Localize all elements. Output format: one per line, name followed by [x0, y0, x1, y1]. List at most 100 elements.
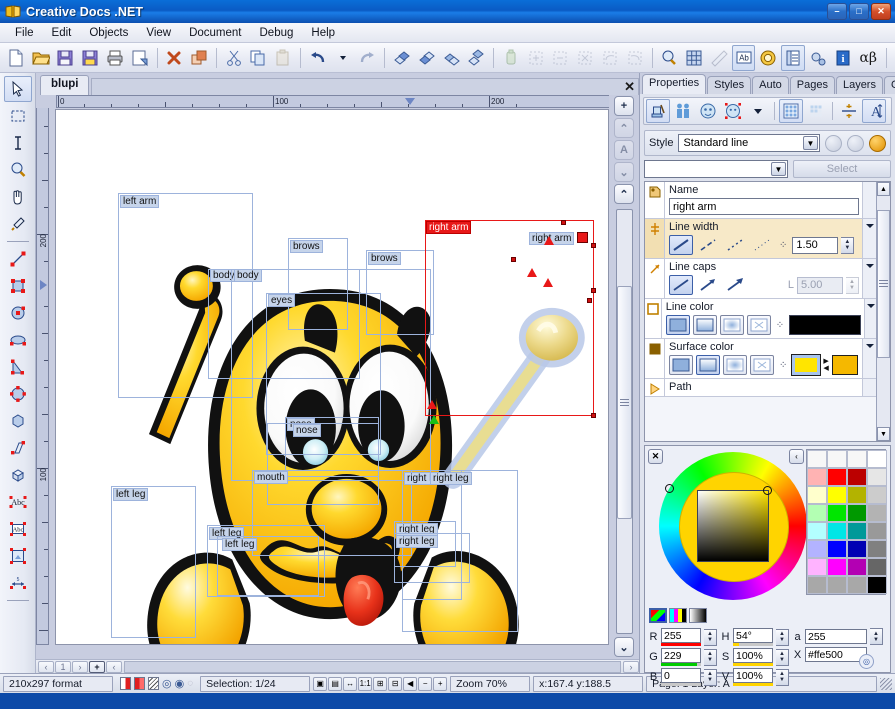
text-edit-tool[interactable]: [4, 130, 32, 156]
line-style-fine-dot-icon[interactable]: [750, 235, 774, 255]
line-style-dot-icon[interactable]: [723, 235, 747, 255]
print-preview-icon[interactable]: [128, 45, 152, 71]
palette-swatch[interactable]: [867, 486, 887, 504]
r-stepper[interactable]: ▲ ▼: [704, 628, 717, 646]
scroll-up-button[interactable]: ▲: [877, 182, 890, 196]
fill-linear-gradient-icon[interactable]: [692, 315, 717, 335]
v-input[interactable]: [733, 668, 773, 683]
resize-handle[interactable]: [561, 220, 566, 225]
vertical-scrollbar-thumb[interactable]: [616, 286, 632, 519]
node-handle[interactable]: [543, 278, 553, 287]
zoom-plus-icon[interactable]: +: [433, 676, 448, 691]
maximize-button[interactable]: □: [849, 3, 869, 20]
b-input[interactable]: [661, 668, 701, 683]
line-width-value[interactable]: 1.50: [792, 236, 839, 254]
scroll-page-down-button[interactable]: ⌄: [614, 162, 634, 182]
page-number-display[interactable]: 1: [55, 660, 71, 673]
next-page-button[interactable]: ›: [72, 660, 88, 673]
line-width-stepper[interactable]: ▲ ▼: [841, 236, 855, 254]
palette-swatch[interactable]: [827, 540, 847, 558]
zoom-in-button[interactable]: +: [614, 96, 634, 116]
redo-icon[interactable]: [355, 45, 379, 71]
fit-selection-icon[interactable]: ↔: [343, 676, 358, 691]
hand-pan-tool[interactable]: [4, 184, 32, 210]
line-color-swatch[interactable]: [789, 315, 862, 335]
scroll-right-button[interactable]: ›: [623, 660, 639, 673]
node-handle[interactable]: [544, 236, 554, 245]
b-stepper[interactable]: ▲ ▼: [704, 668, 717, 686]
fill-flat-icon[interactable]: [669, 355, 693, 375]
hue-ring-cursor[interactable]: [665, 484, 674, 493]
undo-dropdown-icon[interactable]: [331, 45, 355, 71]
fill-pattern-icon[interactable]: [750, 355, 774, 375]
regular-polygon-tool[interactable]: [4, 408, 32, 434]
text-ab-icon[interactable]: Ab: [731, 44, 756, 71]
palette-swatch[interactable]: [847, 522, 867, 540]
palette-swatch[interactable]: [827, 522, 847, 540]
fill-linear-gradient-icon[interactable]: [696, 355, 720, 375]
merge-icon[interactable]: [524, 45, 548, 71]
selected-object-badge[interactable]: right arm: [426, 221, 472, 234]
palette-swatch[interactable]: [867, 540, 887, 558]
object-label[interactable]: mouth: [254, 471, 288, 484]
node-handle[interactable]: [427, 400, 437, 409]
text-box-tool[interactable]: Abc: [4, 516, 32, 542]
close-button[interactable]: ✕: [871, 3, 891, 20]
line-color-status-icon[interactable]: [120, 677, 131, 690]
delete-icon[interactable]: [162, 45, 186, 71]
alpha-stepper[interactable]: ▲ ▼: [870, 628, 883, 645]
palette-swatch[interactable]: [827, 504, 847, 522]
ungroup-icon[interactable]: [623, 45, 647, 71]
style-select[interactable]: Standard line ▼: [678, 134, 820, 152]
gray-mode-icon[interactable]: [689, 608, 707, 623]
vertical-ruler[interactable]: 200 100: [36, 108, 49, 645]
triangle-tool[interactable]: [4, 354, 32, 380]
grid-partial-icon[interactable]: [804, 99, 828, 123]
palette-swatch[interactable]: [807, 522, 827, 540]
magnet-status-icon[interactable]: ◎: [162, 677, 172, 690]
text-line-tool[interactable]: Abc: [4, 489, 32, 515]
zoom-icon[interactable]: [657, 45, 681, 71]
palette-swatch[interactable]: [807, 450, 827, 468]
horizontal-scrollbar[interactable]: [124, 660, 621, 673]
palette-swatch[interactable]: [807, 468, 827, 486]
control-point-handle[interactable]: [587, 298, 592, 303]
cube-3d-tool[interactable]: [4, 462, 32, 488]
palette-swatch[interactable]: [847, 540, 867, 558]
start-node-handle[interactable]: [429, 415, 439, 424]
palette-swatch[interactable]: [827, 450, 847, 468]
aggregate-icon[interactable]: [671, 99, 695, 123]
palette-swatch[interactable]: [807, 486, 827, 504]
palette-swatch[interactable]: [827, 486, 847, 504]
scroll-left-button[interactable]: ‹: [106, 660, 122, 673]
menu-document[interactable]: Document: [180, 25, 250, 41]
tab-pages[interactable]: Pages: [789, 76, 835, 94]
fit-width-icon[interactable]: ▤: [328, 676, 343, 691]
object-label[interactable]: brows: [368, 252, 401, 265]
object-label[interactable]: left arm: [120, 195, 160, 208]
palette-swatch[interactable]: [867, 576, 887, 594]
auto-zoom-button[interactable]: A: [614, 140, 634, 160]
object-label[interactable]: eyes: [268, 294, 296, 307]
duplicate-icon[interactable]: [187, 45, 211, 71]
print-icon[interactable]: [103, 45, 127, 71]
palette-swatch[interactable]: [807, 540, 827, 558]
resize-handle[interactable]: [591, 288, 596, 293]
minimize-button[interactable]: –: [827, 3, 847, 20]
resize-handle[interactable]: [577, 232, 588, 243]
palette-swatch[interactable]: [867, 504, 887, 522]
gradient-direction-icon[interactable]: ▶ ◀: [823, 358, 828, 372]
ruler-icon[interactable]: [707, 45, 731, 71]
undo-icon[interactable]: [306, 45, 330, 71]
more-options-icon[interactable]: ⁘: [779, 360, 787, 371]
tab-op[interactable]: Op: [883, 76, 895, 94]
add-style-icon[interactable]: [825, 134, 842, 152]
collapse-section-icon[interactable]: [862, 379, 876, 396]
object-label[interactable]: left leg: [222, 538, 258, 551]
rectangle-tool[interactable]: [4, 273, 32, 299]
vertical-scrollbar[interactable]: [615, 209, 633, 634]
scroll-thumb[interactable]: [877, 209, 890, 358]
name-input[interactable]: [669, 198, 859, 215]
copy-icon[interactable]: [247, 45, 271, 71]
line-tool[interactable]: [4, 246, 32, 272]
